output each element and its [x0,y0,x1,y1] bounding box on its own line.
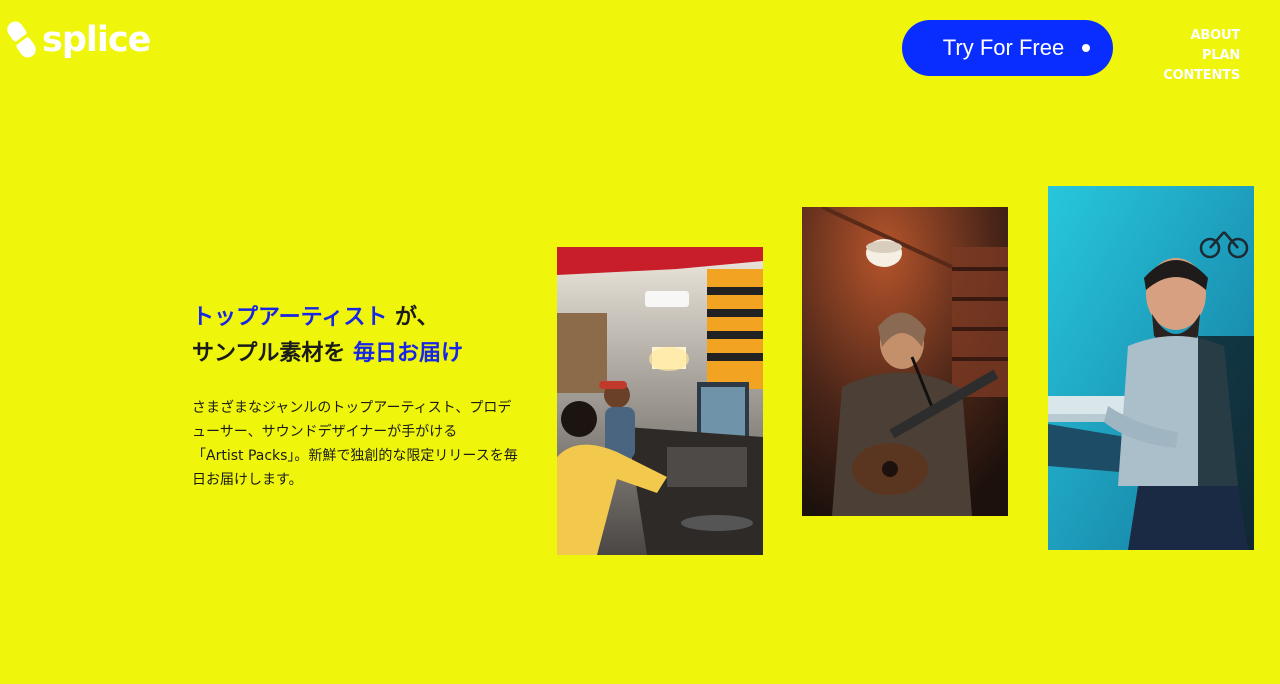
headline-text-1: が、 [387,305,439,330]
page: splice Try For Free ABOUT PLAN CONTENTS … [0,0,1280,684]
guitar-singer-photo [802,207,1008,516]
nav-item-about: ABOUT [1191,24,1241,44]
headline-highlight-daily: 毎日お届け [353,341,464,366]
try-for-free-button[interactable]: Try For Free [902,20,1113,76]
description-line: さまざまなジャンルのトップアーティスト、プロデ [192,400,512,416]
dot-icon [1082,44,1091,52]
splice-logo-icon [7,21,36,58]
hero-headline: トップアーティスト が、 サンプル素材を 毎日お届け [192,300,463,372]
try-for-free-label: Try For Free [942,35,1065,60]
hero-description: さまざまなジャンルのトップアーティスト、プロデ ューサー、サウンドデザイナーが手… [192,396,537,492]
nav-item-contents: CONTENTS [1163,64,1240,84]
description-line: 日お届けします。 [192,472,303,488]
brand-name: splice [42,19,151,60]
keyboard-player-photo [1048,186,1254,550]
nav-link-about[interactable]: ABOUT [1191,28,1241,43]
main-nav: ABOUT PLAN CONTENTS [1163,24,1240,84]
nav-link-plan[interactable]: PLAN [1202,48,1240,63]
studio-photo [557,247,763,555]
headline-text-2: サンプル素材を [192,341,353,366]
description-line: 「Artist Packs」。新鮮で独創的な限定リリースを毎 [192,448,518,464]
nav-item-plan: PLAN [1202,44,1240,64]
headline-highlight-artists: トップアーティスト [192,305,388,330]
splice-logo[interactable]: splice [6,19,151,61]
nav-link-contents[interactable]: CONTENTS [1163,68,1240,83]
description-line: ューサー、サウンドデザイナーが手がける [192,424,458,440]
